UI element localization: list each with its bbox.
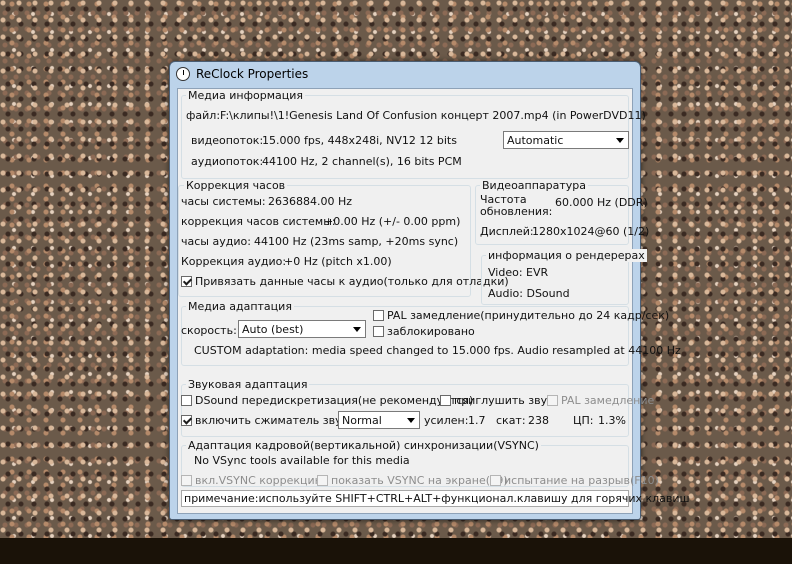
hotkey-note-field: примечание:используйте SHIFT+CTRL+ALT+фу… [181, 490, 690, 507]
compress-value: 238 [528, 414, 549, 427]
properties-panel: Медиа информация файл: F:\клипы!\1!Genes… [177, 88, 690, 514]
sound-adaptation-header: Звуковая адаптация [186, 378, 310, 391]
reclock-properties-window: ReClock Properties Медиа информация файл… [169, 61, 690, 520]
show-vsync-label[interactable]: показать VSYNC на экране(F9) [331, 474, 508, 487]
audio-renderer-value: Audio: DSound [488, 287, 570, 300]
system-clock-label: часы системы: [181, 195, 266, 208]
media-adaptation-header: Медиа адаптация [186, 300, 294, 313]
vsync-message: No VSync tools available for this media [194, 454, 410, 467]
pal-slowdown-checkbox[interactable] [373, 310, 384, 321]
media-mode-value: Automatic [507, 134, 564, 147]
speed-select-value: Auto (best) [242, 323, 304, 336]
tear-test-checkbox[interactable] [490, 475, 501, 486]
show-vsync-checkbox[interactable] [317, 475, 328, 486]
dsound-resample-checkbox[interactable] [181, 395, 192, 406]
tear-test-label[interactable]: испытание на разрыв(F10) [504, 474, 659, 487]
locked-label[interactable]: заблокировано [387, 325, 475, 338]
audio-stream-label: аудиопоток: [191, 155, 264, 168]
video-bottom-bar [0, 538, 792, 564]
media-mode-select[interactable]: Automatic [503, 131, 629, 149]
vsync-correction-checkbox[interactable] [181, 475, 192, 486]
chevron-down-icon [616, 138, 624, 143]
pal-slowdown-label[interactable]: PAL замедление(принудительно до 24 кадр/… [387, 309, 669, 322]
compress-label: скат: [496, 414, 526, 427]
chevron-down-icon [353, 327, 361, 332]
sound-pal-slowdown-checkbox[interactable] [547, 395, 558, 406]
audio-clock-label: часы аудио: [181, 235, 251, 248]
refresh-rate-value: 60.000 Hz (DDR) [555, 196, 648, 209]
renderers-header: информация о рендерерах [486, 249, 647, 262]
file-label: файл: [186, 109, 221, 122]
cpu-label: ЦП: [573, 414, 594, 427]
vsync-correction-label[interactable]: вкл.VSYNC коррекцию [195, 474, 324, 487]
compressor-mode-select[interactable]: Normal [338, 411, 420, 429]
speed-label: скорость: [181, 324, 237, 337]
sound-pal-slowdown-label[interactable]: PAL замедление [561, 394, 654, 407]
dsound-resample-label[interactable]: DSound передискретизация(не рекомендуетс… [195, 394, 473, 407]
bind-audio-clock-label[interactable]: Привязать данные часы к аудио(только для… [195, 275, 509, 288]
mute-checkbox[interactable] [440, 395, 451, 406]
refresh-rate-label-2: обновления: [480, 205, 553, 218]
system-clock-correction-value: +0.00 Hz (+/- 0.00 ppm) [324, 215, 461, 228]
gain-label: усилен: [424, 414, 469, 427]
video-stream-label: видеопоток: [191, 134, 264, 147]
compressor-label[interactable]: включить сжиматель звука: [195, 414, 359, 427]
display-label: Дисплей: [480, 225, 534, 238]
video-stream-value: 15.000 fps, 448x248i, NV12 12 bits [262, 134, 457, 147]
vsync-header: Адаптация кадровой(вертикальной) синхрон… [186, 439, 541, 452]
media-adaptation-message: CUSTOM adaptation: media speed changed t… [194, 344, 681, 357]
audio-stream-value: 44100 Hz, 2 channel(s), 16 bits PCM [262, 155, 462, 168]
gain-value: 1.7 [468, 414, 486, 427]
compressor-mode-value: Normal [342, 414, 382, 427]
speed-select[interactable]: Auto (best) [238, 320, 366, 338]
mute-label[interactable]: приглушить звук [454, 394, 554, 407]
file-value: F:\клипы!\1!Genesis Land Of Confusion ко… [220, 109, 646, 122]
window-title: ReClock Properties [196, 67, 309, 81]
title-bar[interactable]: ReClock Properties [170, 62, 640, 86]
display-value: 1280x1024@60 (1/2) [532, 225, 650, 238]
locked-checkbox[interactable] [373, 326, 384, 337]
media-info-header: Медиа информация [186, 89, 306, 102]
clock-correction-header: Коррекция часов [184, 179, 288, 192]
cpu-value: 1.3% [598, 414, 626, 427]
video-renderer-value: Video: EVR [488, 266, 549, 279]
hotkey-note-text: примечание:используйте SHIFT+CTRL+ALT+фу… [184, 492, 690, 505]
system-clock-value: 2636884.00 Hz [268, 195, 353, 208]
chevron-down-icon [407, 418, 415, 423]
system-clock-correction-label: коррекция часов системы: [181, 215, 336, 228]
stopwatch-icon [176, 67, 190, 81]
compressor-checkbox[interactable] [181, 415, 192, 426]
audio-correction-value: +0 Hz (pitch x1.00) [284, 255, 392, 268]
bind-audio-clock-checkbox[interactable] [181, 276, 192, 287]
video-hardware-header: Видеоаппаратура [480, 179, 589, 192]
audio-correction-label: Коррекция аудио: [181, 255, 287, 268]
audio-clock-value: 44100 Hz (23ms samp, +20ms sync) [254, 235, 459, 248]
